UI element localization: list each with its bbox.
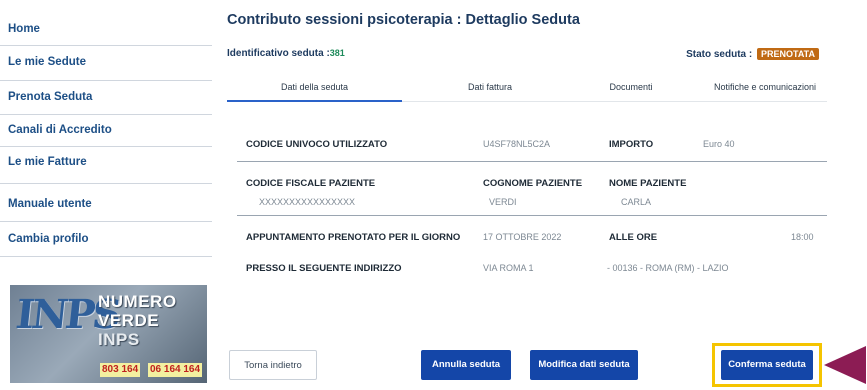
banner-line-verde: VERDE [98, 311, 160, 330]
sidebar-divider [0, 146, 212, 147]
importo-value: Euro 40 [703, 139, 735, 149]
indirizzo-label: PRESSO IL SEGUENTE INDIRIZZO [246, 263, 402, 274]
torna-indietro-button[interactable]: Torna indietro [229, 350, 317, 380]
sidebar-divider [0, 45, 212, 46]
modifica-dati-seduta-button[interactable]: Modifica dati seduta [530, 350, 638, 380]
sidebar-item-manuale-utente[interactable]: Manuale utente [0, 192, 210, 216]
codice-fiscale-label: CODICE FISCALE PAZIENTE [246, 178, 376, 189]
indirizzo-citta: - 00136 - ROMA (RM) - LAZIO [607, 263, 729, 273]
indirizzo-value: VIA ROMA 1 [483, 263, 534, 273]
identificativo-label: Identificativo seduta : [227, 48, 330, 59]
ore-value: 18:00 [791, 232, 814, 242]
nome-value: CARLA [621, 197, 652, 207]
status-badge: PRENOTATA [757, 48, 819, 60]
appuntamento-value: 17 OTTOBRE 2022 [483, 232, 562, 242]
banner-line-numero: NUMERO [98, 292, 177, 311]
nome-label: NOME PAZIENTE [609, 178, 687, 189]
stato-label: Stato seduta : [686, 49, 753, 60]
active-tab-indicator [227, 100, 402, 102]
sidebar-item-home[interactable]: Home [0, 17, 210, 41]
tab-notifiche-e-comunicazioni[interactable]: Notifiche e comunicazioni [700, 82, 830, 92]
identificativo-value: 381 [329, 48, 345, 58]
sidebar-item-prenota-seduta[interactable]: Prenota Seduta [0, 85, 210, 109]
sidebar: Home Le mie Sedute Prenota Seduta Canali… [0, 0, 213, 390]
codice-univoco-value: U4SF78NL5C2A [483, 139, 551, 149]
sidebar-item-le-mie-fatture[interactable]: Le mie Fatture [0, 150, 210, 174]
row-divider [237, 161, 827, 162]
stato-seduta: Stato seduta : PRENOTATA [686, 48, 819, 60]
tab-dati-fattura[interactable]: Dati fattura [425, 82, 555, 92]
sidebar-item-cambia-profilo[interactable]: Cambia profilo [0, 227, 210, 251]
conferma-seduta-button[interactable]: Conferma seduta [721, 350, 813, 380]
banner-number-1: 803 164 [100, 363, 141, 377]
sidebar-divider [0, 183, 212, 184]
row-divider [237, 215, 827, 216]
cognome-value: VERDI [489, 197, 517, 207]
annulla-seduta-button[interactable]: Annulla seduta [421, 350, 511, 380]
page-title: Contributo sessioni psicoterapia : Detta… [227, 12, 580, 28]
banner-line-inps: INPS [98, 330, 140, 349]
codice-univoco-label: CODICE UNIVOCO UTILIZZATO [246, 139, 388, 150]
appuntamento-label: APPUNTAMENTO PRENOTATO PER IL GIORNO [246, 232, 461, 243]
sidebar-divider [0, 80, 212, 81]
sidebar-divider [0, 221, 212, 222]
codice-fiscale-value: XXXXXXXXXXXXXXXX [259, 197, 356, 207]
sidebar-divider [0, 114, 212, 115]
ore-label: ALLE ORE [609, 232, 658, 243]
pointer-arrow-icon [824, 346, 866, 384]
banner-number-2: 06 164 164 [148, 363, 203, 377]
sidebar-item-le-mie-sedute[interactable]: Le mie Sedute [0, 50, 210, 74]
sidebar-divider [0, 256, 212, 257]
inps-numero-verde-banner[interactable]: INPS NUMERO VERDE INPS 803 164 06 164 16… [10, 285, 207, 383]
tab-documenti[interactable]: Documenti [576, 82, 686, 92]
identificativo-seduta: Identificativo seduta : 381 [227, 48, 345, 59]
sidebar-item-canali-di-accredito[interactable]: Canali di Accredito [0, 118, 210, 142]
importo-label: IMPORTO [609, 139, 654, 150]
cognome-label: COGNOME PAZIENTE [483, 178, 583, 189]
tab-dati-della-seduta[interactable]: Dati della seduta [227, 82, 402, 92]
